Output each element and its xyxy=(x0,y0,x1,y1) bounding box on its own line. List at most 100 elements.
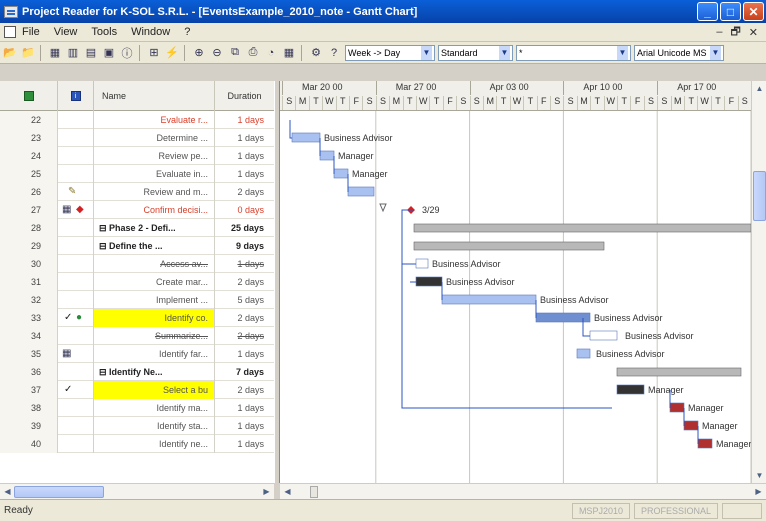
table-row[interactable]: 40 Identify ne... 1 days xyxy=(0,435,274,453)
table-row[interactable]: 24 Review pe... 1 days xyxy=(0,147,274,165)
scroll-right-icon[interactable]: ▶ xyxy=(751,484,766,499)
table-row[interactable]: 32 Implement ... 5 days xyxy=(0,291,274,309)
task-name[interactable]: Evaluate in... xyxy=(94,165,215,183)
table-row[interactable]: 37 ✓ Select a bu 2 days xyxy=(0,381,274,399)
mdi-restore-icon[interactable]: 🗗 xyxy=(730,23,740,42)
task-bar[interactable] xyxy=(333,168,349,179)
grid-scroll-thumb[interactable] xyxy=(14,486,104,498)
table-row[interactable]: 22 Evaluate r... 1 days xyxy=(0,111,274,129)
grid-horizontal-scrollbar[interactable]: ◀ ▶ xyxy=(0,483,274,499)
col-duration-header[interactable]: Duration xyxy=(215,81,274,111)
close-button[interactable]: ✕ xyxy=(743,2,764,21)
collapse-icon[interactable]: ⊟ xyxy=(99,223,109,233)
print-icon[interactable]: ⎙ xyxy=(245,45,261,61)
collapse-icon[interactable]: ⊟ xyxy=(99,241,109,251)
table-row[interactable]: 35 ▦ Identify far... 1 days xyxy=(0,345,274,363)
table-row[interactable]: 23 Determine ... 1 days xyxy=(0,129,274,147)
table-row[interactable]: 31 Create mar... 2 days xyxy=(0,273,274,291)
copy-icon[interactable]: ⧉ xyxy=(227,45,243,61)
collapse-icon[interactable]: ⊟ xyxy=(99,367,109,377)
settings-icon[interactable]: ⚙ xyxy=(308,45,324,61)
minimize-button[interactable]: _ xyxy=(697,2,718,21)
menu-help[interactable]: ? xyxy=(184,26,190,38)
task-bar[interactable] xyxy=(415,258,429,269)
table-row[interactable]: 30 Access av... 1 days xyxy=(0,255,274,273)
task-name[interactable]: ⊟ Phase 2 - Defi... xyxy=(94,219,215,237)
task-name[interactable]: Determine ... xyxy=(94,129,215,147)
task-view-icon[interactable]: ▤ xyxy=(83,45,99,61)
task-name[interactable]: Identify sta... xyxy=(94,417,215,435)
task-name[interactable]: Select a bu xyxy=(94,381,215,399)
task-name[interactable]: ⊟ Define the ... xyxy=(94,237,215,255)
summary-bar[interactable] xyxy=(413,241,605,251)
table-row[interactable]: 33 ✓ ● Identify co. 2 days xyxy=(0,309,274,327)
calendar-icon[interactable]: ▦ xyxy=(281,45,297,61)
task-bar[interactable] xyxy=(291,132,321,143)
gantt-scroll-thumb[interactable] xyxy=(310,486,318,498)
maximize-button[interactable]: □ xyxy=(720,2,741,21)
table-row[interactable]: 38 Identify ma... 1 days xyxy=(0,399,274,417)
task-bar[interactable] xyxy=(319,150,335,161)
col-indicator-header[interactable] xyxy=(0,81,58,111)
timescale-dropdown[interactable]: Week -> Day ▼ xyxy=(345,44,435,61)
task-name[interactable]: Identify co. xyxy=(94,309,215,327)
zoom-in-icon[interactable]: ⊕ xyxy=(191,45,207,61)
help-icon[interactable]: ? xyxy=(326,45,342,61)
task-name[interactable]: ⊟ Identify Ne... xyxy=(94,363,215,381)
task-bar[interactable] xyxy=(535,312,591,323)
task-bar[interactable] xyxy=(616,384,645,395)
task-bar[interactable] xyxy=(697,438,713,449)
zoom-out-icon[interactable]: ⊖ xyxy=(209,45,225,61)
task-name[interactable]: Review and m... xyxy=(94,183,215,201)
task-bar[interactable] xyxy=(589,330,618,341)
info-icon[interactable]: ⓘ xyxy=(119,45,135,61)
task-name[interactable]: Confirm decisi... xyxy=(94,201,215,219)
open-web-icon[interactable]: 📁 xyxy=(20,45,36,61)
gantt-horizontal-scrollbar[interactable]: ◀ ▶ xyxy=(280,483,766,499)
menu-tools[interactable]: Tools xyxy=(91,26,117,38)
task-name[interactable]: Implement ... xyxy=(94,291,215,309)
task-bar[interactable] xyxy=(683,420,699,431)
task-name[interactable]: Create mar... xyxy=(94,273,215,291)
table-row[interactable]: 34 Summarize... 2 days xyxy=(0,327,274,345)
col-name-header[interactable]: Name xyxy=(94,81,215,111)
split-view-icon[interactable]: ▥ xyxy=(65,45,81,61)
table-row[interactable]: 36 ⊟ Identify Ne... 7 days xyxy=(0,363,274,381)
table-row[interactable]: 26 ✎ Review and m... 2 days xyxy=(0,183,274,201)
task-bar[interactable] xyxy=(576,348,591,359)
task-bar[interactable] xyxy=(669,402,685,413)
task-bar[interactable] xyxy=(347,186,375,197)
vertical-scrollbar[interactable]: ▲ ▼ xyxy=(751,81,766,483)
chart-icon[interactable]: ◔ xyxy=(263,45,279,61)
table-row[interactable]: 29 ⊟ Define the ... 9 days xyxy=(0,237,274,255)
lightning-icon[interactable]: ⚡ xyxy=(164,45,180,61)
filter-dropdown[interactable]: * ▼ xyxy=(516,44,631,61)
task-name[interactable]: Identify far... xyxy=(94,345,215,363)
mdi-close-icon[interactable]: ✕ xyxy=(749,26,758,39)
grid-view-icon[interactable]: ▦ xyxy=(47,45,63,61)
task-name[interactable]: Evaluate r... xyxy=(94,111,215,129)
table-row[interactable]: 27 ▦ ◆ Confirm decisi... 0 days xyxy=(0,201,274,219)
scroll-left-icon[interactable]: ◀ xyxy=(280,484,295,499)
col-info-header[interactable]: i xyxy=(58,81,94,111)
font-dropdown[interactable]: Arial Unicode MS ▼ xyxy=(634,44,724,61)
table-row[interactable]: 39 Identify sta... 1 days xyxy=(0,417,274,435)
task-bar[interactable] xyxy=(441,294,537,305)
table-row[interactable]: 25 Evaluate in... 1 days xyxy=(0,165,274,183)
menu-view[interactable]: View xyxy=(54,26,78,38)
summary-bar[interactable] xyxy=(616,367,742,377)
task-name[interactable]: Identify ne... xyxy=(94,435,215,453)
menu-window[interactable]: Window xyxy=(131,26,170,38)
menu-file[interactable]: File xyxy=(22,26,40,38)
scroll-left-icon[interactable]: ◀ xyxy=(0,484,15,499)
task-name[interactable]: Access av... xyxy=(94,255,215,273)
down-arrow-icon[interactable] xyxy=(379,203,387,213)
table-icon[interactable]: ⊞ xyxy=(146,45,162,61)
resource-view-icon[interactable]: ▣ xyxy=(101,45,117,61)
mdi-minimize-icon[interactable]: – xyxy=(716,26,722,38)
open-folder-icon[interactable]: 📂 xyxy=(2,45,18,61)
scroll-up-icon[interactable]: ▲ xyxy=(752,81,766,96)
task-name[interactable]: Summarize... xyxy=(94,327,215,345)
summary-bar[interactable] xyxy=(413,223,751,233)
vertical-scroll-thumb[interactable] xyxy=(753,171,766,221)
